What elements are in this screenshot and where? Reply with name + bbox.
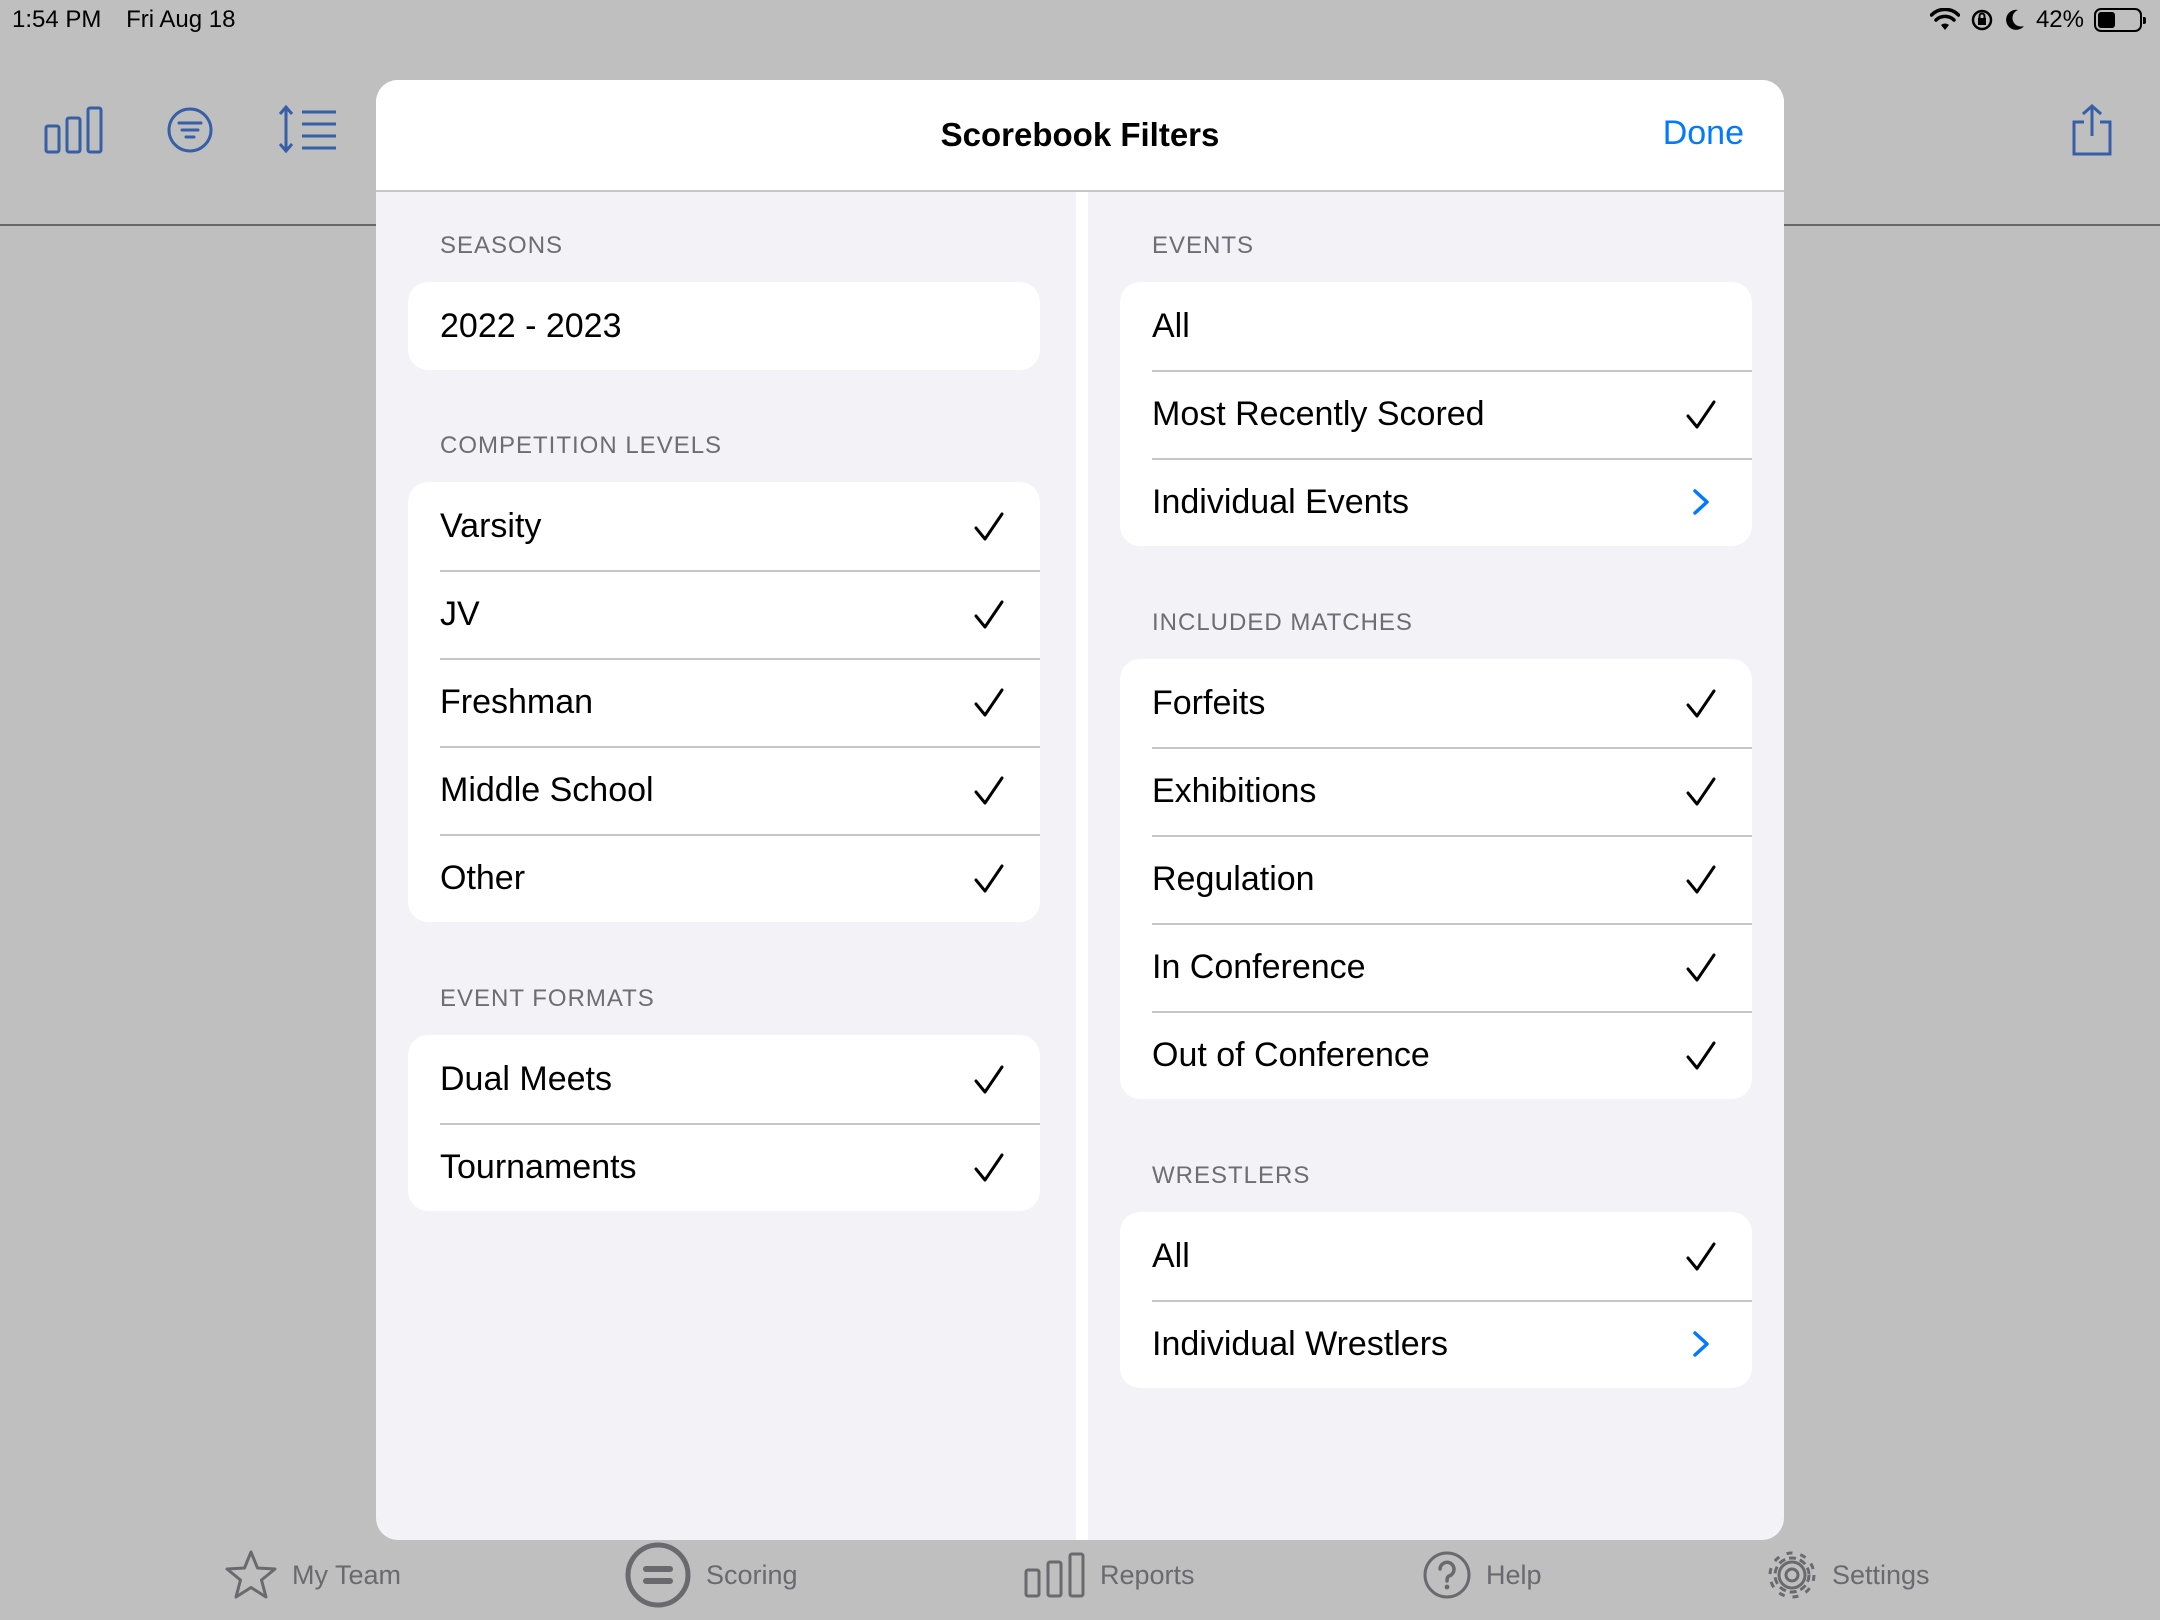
row-label: Tournaments bbox=[440, 1147, 637, 1186]
wrestlers-section: WRESTLERS All Individual Wrestlers bbox=[1120, 1152, 1752, 1388]
list-item[interactable]: Forfeits bbox=[1120, 659, 1752, 747]
list-item[interactable]: In Conference bbox=[1120, 923, 1752, 1011]
chevron-right-icon bbox=[1693, 1331, 1709, 1357]
checkmark-icon bbox=[974, 688, 1004, 717]
section-header: SEASONS bbox=[440, 232, 564, 259]
seasons-group: 2022 - 2023 bbox=[408, 282, 1040, 370]
list-item[interactable]: Tournaments bbox=[408, 1123, 1040, 1211]
row-label: Out of Conference bbox=[1152, 1035, 1430, 1074]
list-item[interactable]: Regulation bbox=[1120, 835, 1752, 923]
list-item[interactable]: Out of Conference bbox=[1120, 1011, 1752, 1099]
list-item[interactable]: Dual Meets bbox=[408, 1035, 1040, 1123]
row-label: Most Recently Scored bbox=[1152, 394, 1485, 433]
row-label: Exhibitions bbox=[1152, 771, 1317, 810]
list-item[interactable]: JV bbox=[408, 570, 1040, 658]
row-label: All bbox=[1152, 306, 1190, 345]
section-header: INCLUDED MATCHES bbox=[1152, 609, 1413, 636]
included-matches-group: Forfeits Exhibitions Regulation In Confe… bbox=[1120, 659, 1752, 1099]
section-header: WRESTLERS bbox=[1152, 1162, 1311, 1189]
row-label: All bbox=[1152, 1236, 1190, 1275]
checkmark-icon bbox=[1686, 953, 1716, 982]
checkmark-icon bbox=[974, 864, 1004, 893]
scorebook-filters-sheet: Scorebook Filters Done SEASONS 2022 - 20… bbox=[376, 80, 1784, 1540]
list-item[interactable]: Other bbox=[408, 834, 1040, 922]
checkmark-icon bbox=[974, 776, 1004, 805]
competition-levels-group: Varsity JV Freshman Middle School Other bbox=[408, 482, 1040, 922]
list-item[interactable]: All bbox=[1120, 1212, 1752, 1300]
checkmark-icon bbox=[1686, 777, 1716, 806]
wrestlers-group: All Individual Wrestlers bbox=[1120, 1212, 1752, 1388]
row-label: Middle School bbox=[440, 770, 654, 809]
event-formats-group: Dual Meets Tournaments bbox=[408, 1035, 1040, 1211]
checkmark-icon bbox=[1686, 689, 1716, 718]
list-item[interactable]: Freshman bbox=[408, 658, 1040, 746]
section-header: EVENT FORMATS bbox=[440, 985, 655, 1012]
chevron-right-icon bbox=[1693, 489, 1709, 515]
right-column: EVENTS All Most Recently Scored Individu… bbox=[1088, 192, 1784, 1540]
column-divider bbox=[1076, 192, 1088, 1540]
list-item[interactable]: Individual Wrestlers bbox=[1120, 1300, 1752, 1388]
done-button[interactable]: Done bbox=[1663, 114, 1744, 153]
left-column: SEASONS 2022 - 2023 COMPETITION LEVELS V… bbox=[376, 192, 1076, 1540]
checkmark-icon bbox=[1686, 400, 1716, 429]
checkmark-icon bbox=[974, 1153, 1004, 1182]
sheet-title: Scorebook Filters bbox=[940, 116, 1220, 153]
row-label: Varsity bbox=[440, 506, 542, 545]
list-item[interactable]: Middle School bbox=[408, 746, 1040, 834]
events-group: All Most Recently Scored Individual Even… bbox=[1120, 282, 1752, 546]
row-label: JV bbox=[440, 594, 480, 633]
checkmark-icon bbox=[1686, 865, 1716, 894]
list-item[interactable]: Exhibitions bbox=[1120, 747, 1752, 835]
row-label: Other bbox=[440, 858, 526, 897]
list-item[interactable]: Most Recently Scored bbox=[1120, 370, 1752, 458]
checkmark-icon bbox=[974, 1065, 1004, 1094]
season-row[interactable]: 2022 - 2023 bbox=[408, 282, 1040, 370]
list-item[interactable]: All bbox=[1120, 282, 1752, 370]
event-formats-section: EVENT FORMATS Dual Meets Tournaments bbox=[408, 975, 1040, 1211]
season-value: 2022 - 2023 bbox=[440, 306, 622, 345]
section-header: COMPETITION LEVELS bbox=[440, 432, 723, 459]
competition-levels-section: COMPETITION LEVELS Varsity JV Freshman M… bbox=[408, 422, 1040, 922]
section-header: EVENTS bbox=[1152, 232, 1255, 259]
events-section: EVENTS All Most Recently Scored Individu… bbox=[1120, 222, 1752, 546]
list-item[interactable]: Individual Events bbox=[1120, 458, 1752, 546]
row-label: Freshman bbox=[440, 682, 594, 721]
row-label: Individual Events bbox=[1152, 482, 1410, 521]
checkmark-icon bbox=[1686, 1041, 1716, 1070]
checkmark-icon bbox=[1686, 1242, 1716, 1271]
row-label: In Conference bbox=[1152, 947, 1366, 986]
seasons-section: SEASONS 2022 - 2023 bbox=[408, 222, 1040, 370]
sheet-header: Scorebook Filters Done bbox=[376, 80, 1784, 192]
checkmark-icon bbox=[974, 600, 1004, 629]
list-item[interactable]: Varsity bbox=[408, 482, 1040, 570]
row-label: Individual Wrestlers bbox=[1152, 1324, 1449, 1363]
row-label: Regulation bbox=[1152, 859, 1315, 898]
row-label: Dual Meets bbox=[440, 1059, 612, 1098]
checkmark-icon bbox=[974, 512, 1004, 541]
included-matches-section: INCLUDED MATCHES Forfeits Exhibitions Re… bbox=[1120, 599, 1752, 1099]
row-label: Forfeits bbox=[1152, 683, 1266, 722]
